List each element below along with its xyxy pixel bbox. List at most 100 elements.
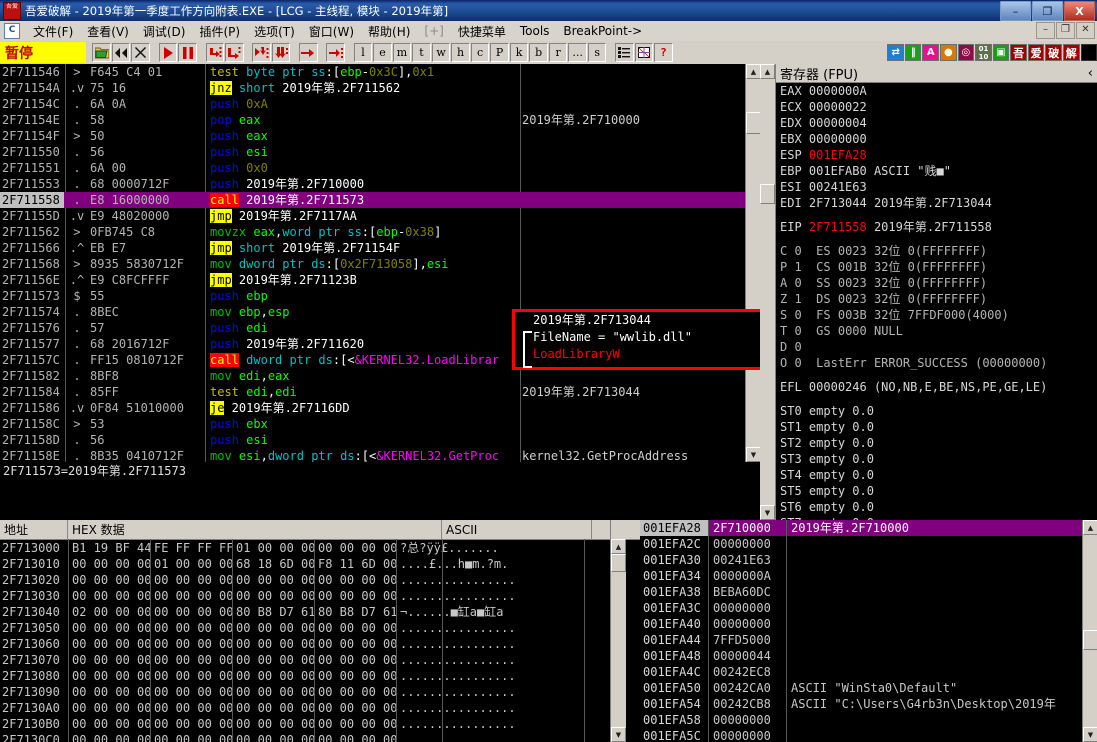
stack-value[interactable]: 00242EC8 (708, 664, 786, 680)
menu-item-quickmenu[interactable]: 快捷菜单 (451, 22, 513, 41)
stack-scroll-down-icon[interactable]: ▼ (1083, 727, 1097, 742)
disassembly-row[interactable]: 2F71158C>53push ebx (0, 416, 760, 432)
dump-hex-group[interactable]: 00 00 00 00 (232, 572, 314, 588)
dump-hex-group[interactable]: 00 00 00 00 (314, 684, 396, 700)
menu-item-debug[interactable]: 调试(D) (136, 22, 193, 41)
dump-hex-group[interactable]: FE FF FF FF (150, 540, 232, 556)
toolbar-letter-w[interactable]: w (432, 43, 451, 62)
stack-value[interactable]: 00000000 (708, 728, 786, 742)
dump-row[interactable]: 2F7130C000 00 00 0000 00 00 0000 00 00 0… (0, 732, 640, 742)
dump-hex-group[interactable]: 00 00 00 00 (150, 684, 232, 700)
dump-scroll-down-icon[interactable]: ▼ (611, 727, 626, 742)
dump-pane[interactable]: 地址 HEX 数据 ASCII 2F713000B1 19 BF 44FE FF… (0, 520, 641, 742)
dump-hex-group[interactable]: 00 00 00 00 (314, 668, 396, 684)
disassembly-row[interactable]: 2F711558.E8 16000000call 2019年第.2F711573 (0, 192, 760, 208)
help-icon[interactable]: ? (654, 43, 673, 62)
dump-hex-group[interactable]: 00 00 00 00 (314, 716, 396, 732)
dump-hex-group[interactable]: 00 00 00 00 (232, 700, 314, 716)
register-row[interactable]: ST0 empty 0.0 (776, 403, 1097, 419)
disassembly-row[interactable]: 2F71155D.vE9 48020000jmp 2019年第.2F7117AA (0, 208, 760, 224)
disassembly-row[interactable]: 2F71158E.8B35 0410712Fmov esi,dword ptr … (0, 448, 760, 462)
dump-hex-group[interactable]: 00 00 00 00 (150, 620, 232, 636)
disassembly-row[interactable]: 2F711562>0FB745 C8movzx eax,word ptr ss:… (0, 224, 760, 240)
dump-hex-group[interactable]: 00 00 00 00 (314, 540, 396, 556)
menu-item-tools[interactable]: Tools (513, 23, 557, 39)
dump-hex-group[interactable]: 00 00 00 00 (68, 732, 150, 742)
window-tile-icon[interactable] (635, 43, 654, 62)
stack-value[interactable]: 00000000 (708, 600, 786, 616)
menu-item-window[interactable]: 窗口(W) (302, 22, 361, 41)
registers-pane[interactable]: 寄存器 (FPU) ‹ EAX 0000000AECX 00000022EDX … (776, 64, 1097, 520)
dump-hex-group[interactable]: 00 00 00 00 (314, 588, 396, 604)
dump-hex-group[interactable]: 00 00 00 00 (68, 716, 150, 732)
menu-item-view[interactable]: 查看(V) (80, 22, 136, 41)
dump-hex-group[interactable]: 00 00 00 00 (150, 604, 232, 620)
register-value[interactable]: 0000000A (809, 84, 867, 98)
dump-hex-group[interactable]: 80 B8 D7 61 (232, 604, 314, 620)
restart-icon[interactable] (112, 43, 131, 62)
sync-icon[interactable]: ⇄ (887, 44, 904, 61)
register-value[interactable]: 00000246 (809, 380, 867, 394)
register-value[interactable]: 001EFA28 (809, 148, 867, 162)
wuyou-2-icon[interactable]: 爱 (1028, 44, 1045, 61)
step-into-icon[interactable] (206, 43, 225, 62)
dump-hex-group[interactable]: 00 00 00 00 (68, 556, 150, 572)
stack-value[interactable]: 00241E63 (708, 552, 786, 568)
fpu-register-value[interactable]: empty 0.0 (809, 500, 874, 514)
dump-hex-group[interactable]: 00 00 00 00 (150, 636, 232, 652)
fpu-register-value[interactable]: empty 0.0 (809, 420, 874, 434)
disassembly-row[interactable]: 2F71154E.58pop eax2019年第.2F710000 (0, 112, 760, 128)
register-row[interactable]: EFL 00000246 (NO,NB,E,BE,NS,PE,GE,LE) (776, 379, 1097, 395)
stack-value[interactable]: 00242CA0 (708, 680, 786, 696)
maximize-button[interactable]: ❐ (1032, 1, 1063, 21)
fpu-register-value[interactable]: empty 0.0 (809, 468, 874, 482)
dump-hex-group[interactable]: 00 00 00 00 (150, 716, 232, 732)
dump-hex-group[interactable]: 00 00 00 00 (68, 652, 150, 668)
segment-value[interactable]: 0000 (838, 324, 867, 338)
dump-scroll-up-icon[interactable]: ▲ (611, 539, 626, 554)
register-row[interactable]: EBP 001EFAB0 ASCII "贱■" (776, 163, 1097, 179)
register-row[interactable]: ECX 00000022 (776, 99, 1097, 115)
dump-hex-group[interactable]: 00 00 00 00 (232, 636, 314, 652)
menu-item-help[interactable]: 帮助(H) (361, 22, 417, 41)
segment-value[interactable]: 001B (838, 260, 867, 274)
dump-hex-group[interactable]: 00 00 00 00 (68, 684, 150, 700)
dump-hex-group[interactable]: 00 00 00 00 (150, 668, 232, 684)
execute-till-return-icon[interactable] (299, 43, 318, 62)
disassembly-row[interactable]: 2F71154A.v75 16jnz short 2019年第.2F711562 (0, 80, 760, 96)
toolbar-letter-c[interactable]: c (471, 43, 490, 62)
register-row[interactable]: EAX 0000000A (776, 83, 1097, 99)
stack-scroll-up-icon[interactable]: ▲ (1083, 520, 1097, 535)
dump-hex-group[interactable]: 02 00 00 00 (68, 604, 150, 620)
scroll-down-icon[interactable]: ▼ (746, 447, 761, 462)
register-row[interactable]: EDX 00000004 (776, 115, 1097, 131)
disassembly-scrollbar[interactable]: ▲ ▼ (745, 64, 761, 462)
flag-value[interactable]: 0 (794, 340, 801, 354)
disassembly-row[interactable]: 2F711568>8935 5830712Fmov dword ptr ds:[… (0, 256, 760, 272)
dump-hex-group[interactable]: B1 19 BF 44 (68, 540, 150, 556)
disassembly-row[interactable]: 2F711584.85FFtest edi,edi2019年第.2F713044 (0, 384, 760, 400)
dump-row[interactable]: 2F71305000 00 00 0000 00 00 0000 00 00 0… (0, 620, 640, 636)
dump-hex-group[interactable]: 00 00 00 00 (150, 732, 232, 742)
attach-icon[interactable]: A (922, 44, 939, 61)
disassembly-row[interactable]: 2F71156E.^E9 C8FCFFFFjmp 2019年第.2F71123B (0, 272, 760, 288)
dump-hex-group[interactable]: 00 00 00 00 (232, 620, 314, 636)
disassembly-row[interactable]: 2F711573$55push ebp (0, 288, 760, 304)
register-row[interactable]: C 0 ES 0023 32位 0(FFFFFFFF) (776, 243, 1097, 259)
disassembly-row[interactable]: 2F711546>F645 C4 01test byte ptr ss:[ebp… (0, 64, 760, 80)
close-button[interactable]: X (1064, 1, 1095, 21)
toolbar-letter-m[interactable]: m (393, 43, 412, 62)
dump-hex-group[interactable]: 00 00 00 00 (150, 588, 232, 604)
toolbar-letter-s[interactable]: s (588, 43, 607, 62)
segment-value[interactable]: 0023 (838, 276, 867, 290)
stack-value[interactable]: 7FFD5000 (708, 632, 786, 648)
toolbar-letter-r[interactable]: r (549, 43, 568, 62)
toolbar-letter-b[interactable]: b (529, 43, 548, 62)
dump-hex-group[interactable]: 00 00 00 00 (68, 572, 150, 588)
trace-over-icon[interactable] (272, 43, 291, 62)
stack-value[interactable]: 00000044 (708, 648, 786, 664)
stack-scroll-thumb[interactable] (1083, 630, 1097, 650)
disassembly-row[interactable]: 2F711553.68 0000712Fpush 2019年第.2F710000 (0, 176, 760, 192)
disassembly-row[interactable]: 2F71154F>50push eax (0, 128, 760, 144)
minimize-button[interactable]: – (1000, 1, 1031, 21)
